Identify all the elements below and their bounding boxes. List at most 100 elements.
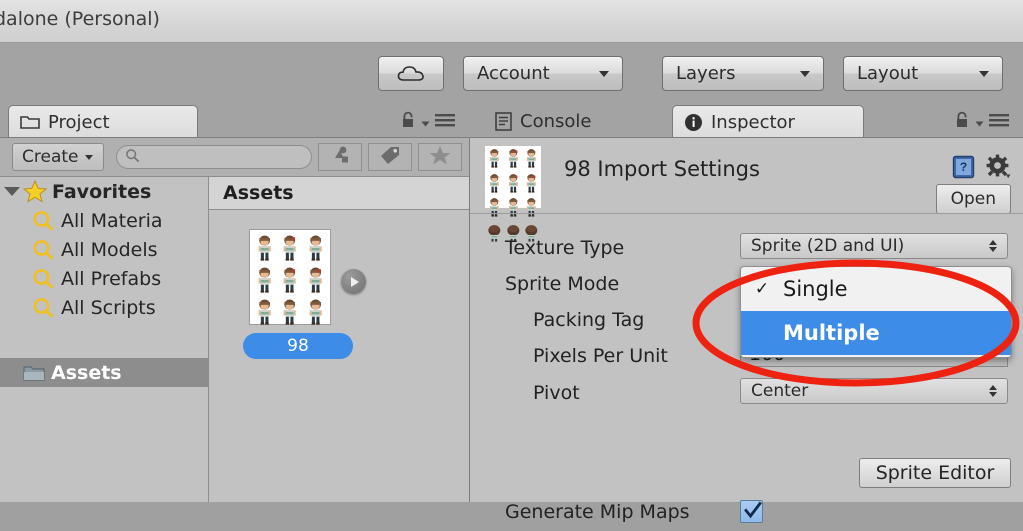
asset-preview-thumbnail — [485, 146, 541, 242]
sprite-cell — [303, 232, 328, 264]
tree-item-assets[interactable]: Assets — [0, 358, 208, 387]
chevron-down-icon — [800, 70, 810, 77]
sprite-cell — [485, 171, 504, 196]
layout-button[interactable]: Layout — [843, 56, 1003, 91]
layers-button[interactable]: Layers — [662, 56, 824, 91]
inspector-title: 98 Import Settings — [564, 157, 760, 181]
triangle-down-icon[interactable] — [4, 187, 20, 196]
help-book-icon[interactable]: ? — [952, 155, 975, 183]
property-label: Texture Type — [505, 237, 625, 259]
tree-item-label: All Materia — [61, 209, 163, 232]
search-icon — [125, 148, 140, 167]
hamburger-menu-icon[interactable] — [989, 113, 1009, 132]
sprite-cell — [277, 296, 302, 328]
dropdown-option-single[interactable]: ✓ Single — [741, 267, 1011, 311]
dropdown-option-label: Single — [783, 277, 848, 301]
account-button[interactable]: Account — [463, 56, 623, 91]
open-button[interactable]: Open — [935, 184, 1011, 214]
sprite-cell — [303, 296, 328, 328]
sprite-cell — [303, 264, 328, 296]
sprite-editor-button[interactable]: Sprite Editor — [859, 458, 1011, 488]
tree-item-label: All Prefabs — [61, 267, 162, 290]
gear-icon[interactable] — [986, 154, 1011, 183]
inspector-header-icons: ? — [952, 154, 1011, 183]
tree-item-all-scripts[interactable]: All Scripts — [0, 293, 208, 322]
property-label: Pivot — [533, 382, 580, 404]
chevron-down-icon — [599, 70, 609, 77]
tab-project[interactable]: Project — [8, 105, 198, 138]
account-button-label: Account — [477, 63, 550, 84]
tab-project-label: Project — [48, 111, 110, 133]
star-icon — [23, 180, 47, 203]
sprite-editor-button-label: Sprite Editor — [875, 462, 995, 484]
create-button-label: Create — [22, 147, 79, 167]
folder-icon — [22, 363, 46, 383]
search-icon — [32, 210, 56, 232]
hamburger-menu-icon[interactable] — [435, 113, 455, 132]
tree-item-favorites[interactable]: Favorites — [0, 177, 208, 206]
sprite-cell — [252, 296, 277, 328]
type-filter-icon — [329, 145, 351, 169]
search-icon — [32, 297, 56, 319]
asset-grid-header: Assets — [209, 177, 469, 210]
property-row-pivot: Pivot Center — [470, 376, 1023, 412]
folder-icon — [20, 114, 40, 130]
dropdown-option-multiple[interactable]: Multiple — [741, 311, 1011, 355]
sprite-cell — [277, 232, 302, 264]
chevron-down-icon — [979, 70, 989, 77]
dropdown-option-label: Multiple — [783, 321, 880, 345]
project-panel: Project Create Favorites All Materia All… — [0, 105, 470, 502]
updown-arrows-icon — [989, 385, 997, 397]
inspector-tabrow: Console Inspector — [470, 105, 1023, 138]
asset-label[interactable]: 98 — [243, 333, 353, 359]
sprite-sheet-thumbnail — [249, 229, 331, 357]
create-button[interactable]: Create — [12, 143, 104, 171]
tab-inspector-label: Inspector — [711, 111, 795, 133]
project-body: Create Favorites All Materia All Models … — [0, 137, 470, 502]
cloud-button[interactable] — [378, 56, 444, 91]
texture-type-dropdown[interactable]: Sprite (2D and UI) — [740, 233, 1008, 259]
type-filter-button[interactable] — [318, 143, 362, 171]
svg-text:?: ? — [960, 160, 967, 174]
sprite-mode-dropdown-popup[interactable]: ✓ Single Multiple — [740, 266, 1012, 358]
window-titlebar: dalone (Personal) — [0, 0, 1023, 43]
property-label: Sprite Mode — [505, 273, 620, 295]
label-filter-button[interactable] — [368, 143, 412, 171]
favorites-star-icon — [429, 145, 451, 170]
search-icon — [32, 239, 56, 261]
lock-icon[interactable] — [954, 111, 970, 134]
chevron-down-icon — [421, 113, 430, 132]
expand-arrow-icon[interactable] — [341, 269, 366, 294]
search-input[interactable] — [140, 149, 326, 165]
project-tabrow: Project — [0, 105, 470, 138]
console-icon — [495, 112, 512, 131]
pivot-dropdown[interactable]: Center — [740, 378, 1008, 404]
project-panel-controls — [400, 111, 455, 134]
inspector-header: 98 Import Settings ? Open — [470, 138, 1023, 242]
tab-inspector[interactable]: Inspector — [672, 105, 864, 138]
checkmark-icon — [744, 501, 762, 519]
lock-icon[interactable] — [400, 111, 416, 134]
tree-item-all-materials[interactable]: All Materia — [0, 206, 208, 235]
sprite-cell — [522, 146, 541, 171]
tree-item-label: Favorites — [52, 180, 152, 203]
tree-item-all-models[interactable]: All Models — [0, 235, 208, 264]
sprite-cell — [504, 146, 523, 171]
cloud-icon — [396, 64, 426, 84]
checkmark-icon: ✓ — [754, 279, 770, 299]
label-filter-icon — [379, 145, 401, 169]
tree-item-all-prefabs[interactable]: All Prefabs — [0, 264, 208, 293]
favorites-filter-button[interactable] — [418, 143, 462, 171]
sprite-cell — [522, 171, 541, 196]
project-toolbar: Create — [0, 138, 469, 177]
tab-console-label: Console — [520, 111, 592, 132]
asset-tile-98[interactable]: 98 — [243, 229, 366, 359]
tree-item-label: All Scripts — [61, 296, 156, 319]
sprite-cell — [504, 195, 523, 220]
tab-console[interactable]: Console — [484, 105, 607, 138]
project-search-field[interactable] — [116, 145, 326, 169]
layout-button-label: Layout — [857, 63, 919, 84]
generate-mip-maps-checkbox[interactable] — [740, 500, 763, 523]
updown-arrows-icon — [989, 240, 997, 252]
pivot-value: Center — [751, 381, 809, 401]
